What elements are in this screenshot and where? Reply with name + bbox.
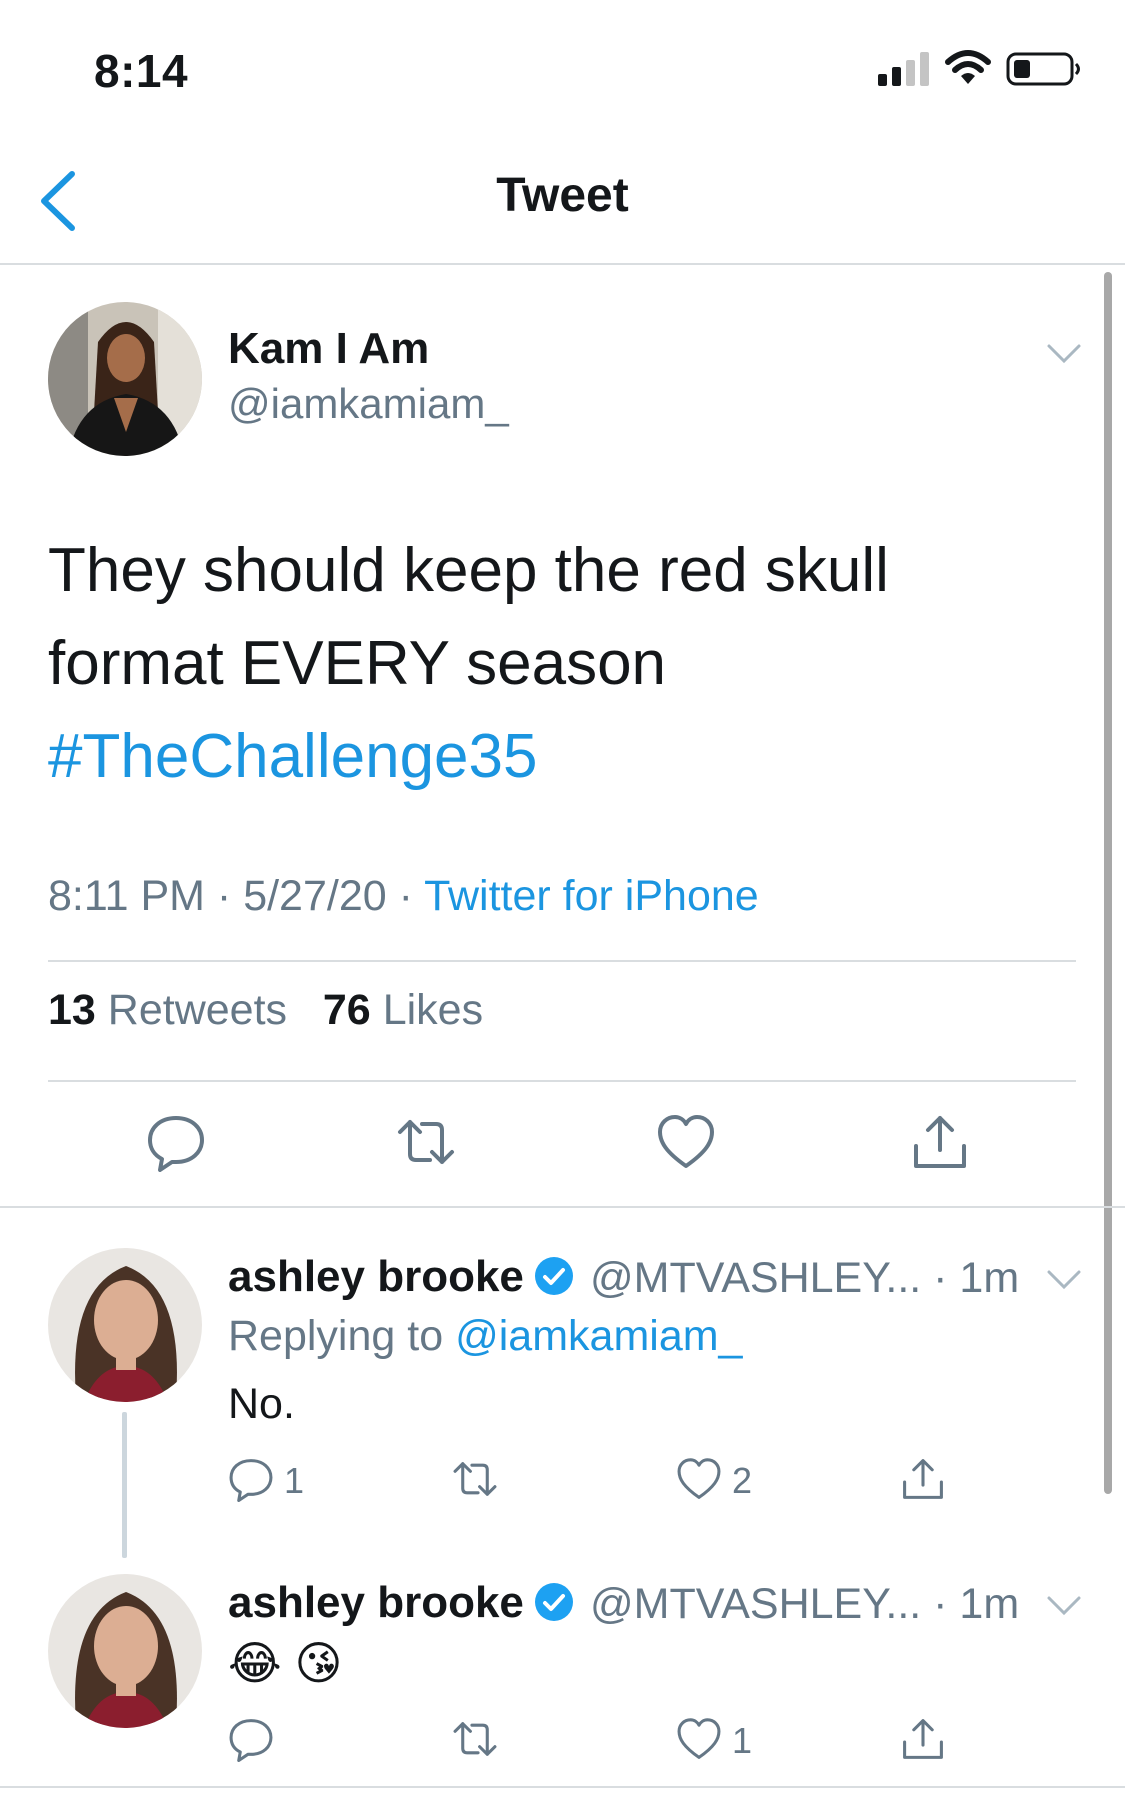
retweet-icon[interactable] [396,1112,456,1172]
chevron-down-icon[interactable] [1046,1268,1082,1292]
avatar-image [48,302,202,456]
reply-author-name[interactable]: ashley brooke [228,1578,574,1628]
likes-count: 76 [322,986,371,1034]
retweet-icon[interactable] [452,1716,498,1762]
divider [48,960,1076,962]
reply-icon[interactable] [228,1456,274,1502]
tweet-text-line: They should keep the red skull [48,536,889,605]
mention-link[interactable]: @iamkamiam_ [455,1312,742,1360]
retweets-stat[interactable]: 13 Retweets [48,986,287,1034]
reply-count: 1 [284,1460,305,1501]
reply-handle-time: @MTVASHLEY... · 1m [590,1580,1020,1628]
divider [48,1080,1076,1082]
chevron-down-icon[interactable] [1046,1594,1082,1618]
verified-badge-icon [534,1257,573,1295]
reply-author-name-text: ashley brooke [228,1578,524,1627]
page-title: Tweet [496,169,629,222]
hashtag-link[interactable]: #TheChallenge35 [48,710,1068,803]
share-icon[interactable] [900,1456,946,1502]
share-icon[interactable] [900,1716,946,1762]
status-bar: 8:14 [0,0,1125,140]
separator: · [398,872,413,920]
like-heart-icon[interactable] [676,1456,722,1502]
retweets-count: 13 [48,986,96,1034]
reply-handle-time: @MTVASHLEY... · 1m [590,1254,1020,1302]
tweet-text-line: format EVERY season [48,629,667,698]
nav-bar: Tweet [0,140,1125,265]
tweet-stats: 13 Retweets 76 Likes [48,986,483,1035]
separator: · [216,872,232,920]
avatar-image [48,1574,202,1728]
reply-icon[interactable] [146,1112,206,1172]
share-icon[interactable] [910,1112,970,1172]
reply-emojis: 😂 😘 [228,1637,343,1689]
likes-label: Likes [382,986,484,1034]
tweet-date: 5/27/20 [243,872,387,920]
likes-stat[interactable]: 76 Likes [323,986,483,1034]
status-time: 8:14 [94,45,189,97]
avatar[interactable] [48,1574,202,1728]
chevron-down-icon[interactable] [1046,342,1082,366]
like-heart-icon[interactable] [676,1716,722,1762]
avatar[interactable] [48,1248,202,1402]
thread-line [122,1412,127,1558]
reply-tweet[interactable]: ashley brooke @MTVASHLEY... · 1m 😂 😘 1 [0,1538,1125,1788]
replying-to: Replying to @iamkamiam_ [228,1312,742,1361]
main-tweet: Kam I Am @iamkamiam_ They should keep th… [0,266,1125,1208]
reply-text: No. [228,1380,295,1428]
verified-badge-icon [534,1583,573,1621]
reply-author-name[interactable]: ashley brooke [228,1252,574,1302]
tweet-meta: 8:11 PM · 5/27/20 · Twitter for iPhone [48,872,759,921]
like-count: 2 [732,1460,753,1501]
tweet-source-link[interactable]: Twitter for iPhone [424,872,759,920]
replying-prefix: Replying to [228,1312,444,1360]
avatar-image [48,1248,202,1402]
reply-tweet[interactable]: ashley brooke @MTVASHLEY... · 1m Replyin… [0,1212,1125,1562]
battery-icon [1006,52,1080,86]
reply-icon[interactable] [228,1716,274,1762]
avatar[interactable] [48,302,202,456]
like-count: 1 [732,1720,753,1761]
author-handle[interactable]: @iamkamiam_ [228,380,509,428]
like-heart-icon[interactable] [656,1112,716,1172]
tweet-time: 8:11 PM [48,872,205,920]
author-name[interactable]: Kam I Am [228,324,429,374]
wifi-icon [945,50,991,84]
reply-author-name-text: ashley brooke [228,1252,524,1301]
retweets-label: Retweets [107,986,288,1034]
retweet-icon[interactable] [452,1456,498,1502]
tweet-text: They should keep the red skull format EV… [48,524,1068,803]
cellular-signal-icon [878,52,929,86]
